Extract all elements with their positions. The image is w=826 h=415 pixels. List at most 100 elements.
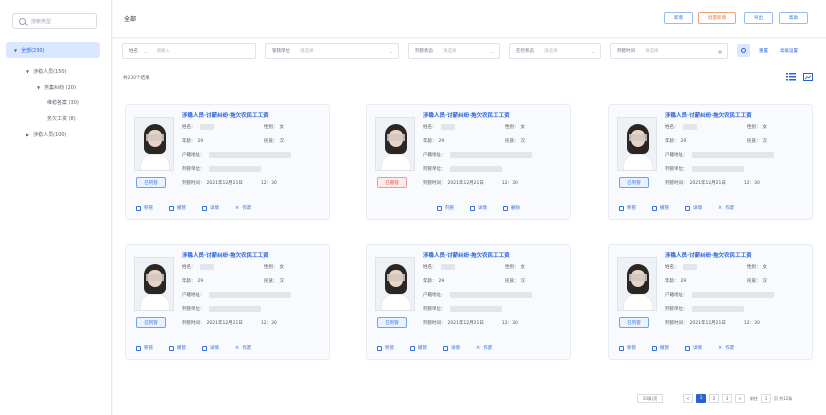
list-view-icon[interactable] — [786, 73, 796, 81]
card-action-button[interactable]: 详情 — [470, 205, 487, 211]
close-icon: × — [235, 205, 240, 211]
time-row: 列管时间： 2021年12月21日 12：30 — [665, 321, 760, 326]
age-row: 年龄： 29 — [182, 278, 204, 285]
caret-down-icon[interactable]: ▼ — [26, 69, 29, 74]
list-time-placeholder: 请选择 — [645, 49, 659, 54]
card-action-button[interactable]: 撤管 — [410, 345, 427, 351]
card-action-button[interactable]: 撤管 — [169, 345, 186, 351]
unit-select[interactable]: 管辖单位 请选择 ⌄ — [265, 43, 399, 59]
person-card[interactable]: 已列管 涉稳人员·讨薪纠纷·拖欠农民工工资 姓名： 性别：女年龄： 29 民族：汉户籍地址… — [125, 104, 330, 220]
card-action-button[interactable]: × 作废 — [235, 205, 251, 211]
action-icon — [685, 345, 690, 351]
search-input[interactable]: 搜索类型 — [12, 13, 97, 29]
card-action-button[interactable]: 撤管 — [652, 345, 669, 351]
nation-row: 民族：汉 — [264, 139, 284, 144]
card-action-button[interactable]: 详情 — [685, 205, 702, 211]
person-photo — [134, 257, 174, 311]
pagination: 10条/页 < 1 2 3 > 前往 1 页 共12条 — [637, 394, 792, 403]
card-action-button[interactable]: 移管 — [619, 205, 636, 211]
card-title: 涉稳人员·讨薪纠纷·拖欠农民工工资 — [182, 253, 269, 259]
card-action-button[interactable]: × 作废 — [718, 345, 734, 351]
time-row: 列管时间： 2021年12月21日 12：30 — [423, 181, 518, 186]
tree-item-all[interactable]: ▼ 全部(230) — [6, 42, 100, 58]
card-action-label: 作废 — [242, 206, 252, 211]
nation-row: 民族：汉 — [505, 279, 525, 284]
status-badge[interactable]: 已撤管 — [377, 177, 407, 188]
card-action-button[interactable]: × 作废 — [476, 345, 492, 351]
action-icon — [619, 205, 624, 211]
address-row: 户籍地址： — [423, 292, 532, 298]
goto-input[interactable]: 1 — [761, 394, 771, 403]
list-time-picker[interactable]: 列管时间 请选择 ▦ — [610, 43, 728, 59]
status-badge[interactable]: 已列管 — [619, 317, 649, 328]
chevron-down-icon: ⌄ — [490, 48, 494, 54]
caret-right-icon[interactable]: ▶ — [26, 132, 29, 137]
card-action-button[interactable]: 详情 — [685, 345, 702, 351]
card-action-label: 撤管 — [418, 346, 427, 351]
export-button[interactable]: 导出 — [744, 12, 773, 24]
card-action-button[interactable]: 移管 — [377, 345, 394, 351]
person-card[interactable]: 已列管 涉稳人员·讨薪纠纷·拖欠农民工工资 姓名： 性别：女年龄： 29 民族：汉户籍地址… — [366, 244, 571, 360]
person-card[interactable]: 已列管 涉稳人员·讨薪纠纷·拖欠农民工工资 姓名： 性别：女年龄： 29 民族：汉户籍地址… — [608, 104, 813, 220]
card-action-label: 移管 — [144, 346, 153, 351]
card-action-button[interactable]: × 作废 — [718, 205, 734, 211]
card-action-button[interactable]: × 作废 — [235, 345, 251, 351]
unit-row: 列管单位： — [423, 306, 502, 312]
add-button[interactable]: 新增 — [664, 12, 693, 24]
search-button[interactable] — [737, 44, 750, 57]
page-2-button[interactable]: 2 — [709, 394, 719, 403]
card-action-button[interactable]: 撤管 — [169, 205, 186, 211]
name-row: 姓名： — [423, 264, 455, 270]
card-action-label: 移管 — [627, 206, 636, 211]
card-action-button[interactable]: 删除 — [503, 205, 520, 211]
reset-link[interactable]: 重置 — [759, 48, 768, 54]
caret-down-icon[interactable]: ▼ — [14, 48, 17, 53]
chevron-down-icon: ⌄ — [389, 48, 393, 54]
batch-add-button[interactable]: 批量新增 — [698, 12, 736, 24]
card-action-button[interactable]: 移管 — [136, 345, 153, 351]
card-view-icon[interactable] — [803, 73, 813, 81]
page-3-button[interactable]: 3 — [722, 394, 732, 403]
action-icon — [685, 205, 690, 211]
status-badge[interactable]: 已列管 — [377, 317, 407, 328]
status-badge[interactable]: 已列管 — [136, 317, 166, 328]
tree-item-case[interactable]: 维稳各案 (30) — [47, 97, 79, 107]
tree-item-dispute[interactable]: ▼ 务集纠纷 (20) — [37, 82, 76, 92]
person-card[interactable]: 已列管 涉稳人员·讨薪纠纷·拖欠农民工工资 姓名： 性别：女年龄： 29 民族：汉户籍地址… — [125, 244, 330, 360]
person-card[interactable]: 已列管 涉稳人员·讨薪纠纷·拖欠农民工工资 姓名： 性别：女年龄： 29 民族：汉户籍地址… — [608, 244, 813, 360]
name-field[interactable]: 姓名 ⌄ 请输入 — [122, 43, 256, 59]
card-action-button[interactable]: 撤管 — [652, 205, 669, 211]
prev-page-button[interactable]: < — [683, 394, 693, 403]
card-action-button[interactable]: 详情 — [202, 345, 219, 351]
tree-item-stable-personnel-2[interactable]: ▶ 涉稳人员(100) — [26, 129, 67, 139]
card-action-label: 作废 — [725, 346, 735, 351]
action-icon — [503, 205, 508, 211]
action-icon — [437, 205, 442, 211]
caret-down-icon[interactable]: ▼ — [37, 85, 40, 90]
control-status-select[interactable]: 在控状态 请选择 ⌄ — [509, 43, 601, 59]
card-action-label: 详情 — [693, 206, 702, 211]
card-action-button[interactable]: 移管 — [136, 205, 153, 211]
person-card[interactable]: 已撤管 涉稳人员·讨薪纠纷·拖欠农民工工资 姓名： 性别：女年龄： 29 民族：汉户籍地址… — [366, 104, 571, 220]
list-status-select[interactable]: 列管状态 请选择 ⌄ — [408, 43, 500, 59]
status-badge[interactable]: 已列管 — [136, 177, 166, 188]
gender-row: 性别：女 — [505, 125, 525, 130]
unit-row: 列管单位： — [665, 166, 744, 172]
advanced-settings-link[interactable]: 高级设置 — [780, 48, 798, 54]
chevron-down-icon: ⌄ — [591, 48, 595, 54]
status-badge[interactable]: 已列管 — [619, 177, 649, 188]
tree-item-wages[interactable]: 务欠工资 (8) — [47, 113, 76, 123]
age-row: 年龄： 29 — [665, 278, 687, 285]
card-action-button[interactable]: 列管 — [437, 205, 454, 211]
next-page-button[interactable]: > — [735, 394, 745, 403]
address-row: 户籍地址： — [665, 292, 774, 298]
card-action-button[interactable]: 移管 — [619, 345, 636, 351]
tree-item-label: 维稳各案 (30) — [47, 99, 79, 106]
card-action-button[interactable]: 详情 — [202, 205, 219, 211]
help-button[interactable]: 帮助 — [779, 12, 808, 24]
page-1-button[interactable]: 1 — [696, 394, 706, 403]
card-action-button[interactable]: 详情 — [443, 345, 460, 351]
tree-item-stable-personnel[interactable]: ▼ 涉稳人员(150) — [26, 66, 67, 76]
card-action-label: 撤管 — [660, 346, 669, 351]
page-size-select[interactable]: 10条/页 — [637, 394, 663, 403]
